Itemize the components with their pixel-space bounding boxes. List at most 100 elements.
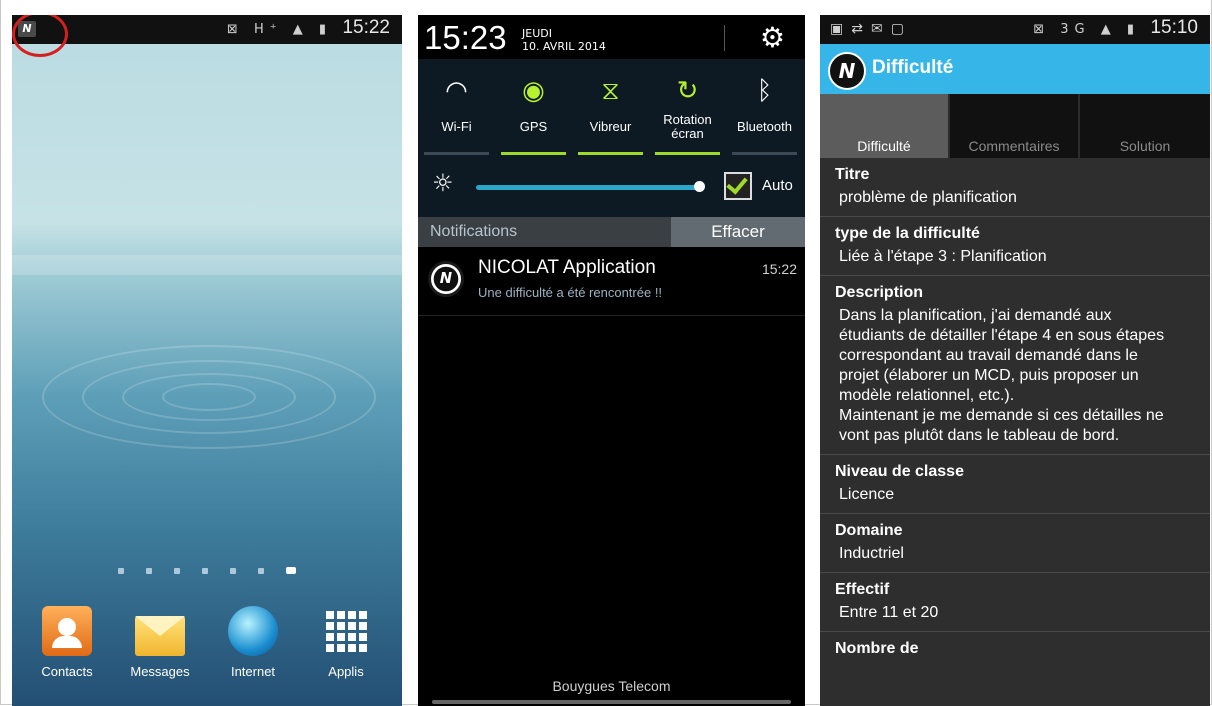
app-logo-icon[interactable]: N [828, 52, 866, 90]
dock-contacts[interactable]: Contacts [22, 606, 112, 679]
field-label: Effectif [835, 581, 890, 598]
dock-internet[interactable]: Internet [208, 606, 298, 679]
toggle-gps[interactable]: ◉ GPS [495, 59, 572, 155]
field-type: type de la difficulté Liée à l'étape 3 :… [820, 217, 1210, 276]
shade-time: 15:23 [424, 19, 507, 56]
brightness-icon: ☼ [432, 169, 454, 197]
dock-label: Messages [130, 664, 190, 679]
field-value: Liée à l'étape 3 : Planification [839, 248, 1047, 265]
notifications-title: Notifications [430, 223, 518, 240]
field-value: Dans la planification, j'ai demandé aux … [839, 307, 1165, 444]
notification-shade: 15:23 JEUDI 10. AVRIL 2014 ⚙ ◠ Wi-Fi ◉ G… [418, 15, 805, 706]
wifi-icon: ◠ [445, 75, 468, 105]
field-label: Titre [835, 166, 870, 183]
quick-settings: ◠ Wi-Fi ◉ GPS ⧖ Vibreur ↻ Rotation écran… [418, 59, 805, 155]
field-domaine: Domaine Inductriel [820, 514, 1210, 573]
shade-day: JEUDI [522, 27, 552, 40]
status-icons: ⊠ H⁺ ▲ ▮ [226, 22, 332, 37]
app-logo-icon: N [428, 261, 464, 297]
slider-thumb[interactable] [694, 181, 705, 192]
highlight-circle [12, 15, 68, 57]
page-indicator [12, 559, 402, 578]
field-titre: Titre problème de planification [820, 158, 1210, 217]
horizon [12, 255, 402, 275]
apps-grid-icon [321, 606, 371, 656]
toggle-wifi[interactable]: ◠ Wi-Fi [418, 59, 495, 155]
notifications-header: Notifications Effacer [418, 217, 805, 247]
dock: Contacts Messages Internet Applis [12, 596, 402, 706]
tab-label: Solution [1119, 138, 1171, 154]
messages-icon [135, 616, 185, 656]
field-label: Domaine [835, 522, 903, 539]
tab-commentaires[interactable]: Commentaires [950, 94, 1080, 158]
brightness-row: ☼ Auto [418, 155, 805, 217]
status-time: 15:22 [342, 17, 390, 38]
field-label: Nombre de [835, 640, 919, 657]
page-dot[interactable] [118, 568, 124, 574]
divider [724, 25, 725, 51]
notification-text: Une difficulté a été rencontrée !! [478, 285, 663, 300]
field-value: problème de planification [839, 189, 1017, 206]
dock-messages[interactable]: Messages [115, 606, 205, 679]
shade-date: JEUDI 10. AVRIL 2014 [522, 27, 606, 53]
auto-brightness-checkbox[interactable] [724, 172, 752, 200]
shade-full-date: 10. AVRIL 2014 [522, 40, 606, 53]
toggle-label: Bluetooth [737, 119, 792, 134]
field-label: Description [835, 284, 924, 301]
auto-label: Auto [762, 177, 793, 194]
brightness-slider[interactable] [476, 185, 699, 190]
toggle-vibrate[interactable]: ⧖ Vibreur [572, 59, 649, 155]
page-dot[interactable] [202, 568, 208, 574]
toggle-label: GPS [519, 119, 548, 134]
gear-icon[interactable]: ⚙ [760, 21, 785, 54]
field-effectif: Effectif Entre 11 et 20 [820, 573, 1210, 632]
action-bar: N Difficulté [820, 44, 1210, 94]
page-dot-active[interactable] [286, 567, 296, 574]
toggle-bluetooth[interactable]: ᛒ Bluetooth [726, 59, 803, 155]
status-left-icons: ▣⇄✉▢ [830, 21, 912, 37]
drag-handle[interactable] [432, 700, 791, 704]
bluetooth-icon: ᛒ [756, 75, 773, 105]
home-screen: N ⊠ H⁺ ▲ ▮ 15:22 Contacts Messages Inter… [12, 15, 402, 706]
page-dot[interactable] [230, 568, 236, 574]
tab-label: Difficulté [857, 138, 911, 154]
detail-list: Titre problème de planification type de … [820, 158, 1210, 670]
field-label: type de la difficulté [835, 225, 980, 242]
rotation-icon: ↻ [676, 75, 699, 105]
field-label: Niveau de classe [835, 463, 964, 480]
detail-screen: ▣⇄✉▢ ⊠ 3G ▲ ▮ 15:10 N Difficulté Difficu… [820, 15, 1210, 706]
dock-apps[interactable]: Applis [301, 606, 391, 679]
toggle-label: Wi-Fi [441, 119, 472, 134]
tab-label: Commentaires [968, 138, 1060, 154]
tab-difficulte[interactable]: Difficulté [820, 94, 950, 158]
contacts-icon [42, 606, 92, 656]
page-dot[interactable] [174, 568, 180, 574]
dock-label: Contacts [41, 664, 93, 679]
page-dot[interactable] [258, 568, 264, 574]
status-icons: ⊠ 3G ▲ ▮ [1033, 22, 1140, 37]
toggle-label: Rotation écran [663, 112, 712, 141]
field-niveau: Niveau de classe Licence [820, 455, 1210, 514]
page-title: Difficulté [872, 57, 954, 78]
tab-solution[interactable]: Solution [1080, 94, 1210, 158]
toggle-label: Vibreur [589, 119, 632, 134]
water-ripple [162, 383, 256, 411]
field-description: Description Dans la planification, j'ai … [820, 276, 1210, 455]
page-dot[interactable] [146, 568, 152, 574]
notification-title: NICOLAT Application [478, 257, 656, 278]
field-nombre: Nombre de [820, 632, 1210, 670]
dock-label: Applis [328, 664, 364, 679]
clear-button[interactable]: Effacer [671, 217, 805, 247]
dock-label: Internet [230, 664, 276, 679]
carrier-label: Bouygues Telecom [552, 678, 671, 694]
status-bar: N ⊠ H⁺ ▲ ▮ 15:22 [12, 15, 402, 57]
internet-icon [228, 606, 278, 656]
status-time: 15:10 [1150, 17, 1198, 38]
field-value: Licence [839, 486, 895, 503]
notification-item[interactable]: N NICOLAT Application Une difficulté a é… [418, 247, 805, 316]
field-value: Entre 11 et 20 [839, 604, 939, 621]
notification-time: 15:22 [761, 261, 797, 277]
gps-icon: ◉ [522, 75, 545, 105]
tab-bar: Difficulté Commentaires Solution [820, 94, 1210, 158]
toggle-rotation[interactable]: ↻ Rotation écran [649, 59, 726, 155]
